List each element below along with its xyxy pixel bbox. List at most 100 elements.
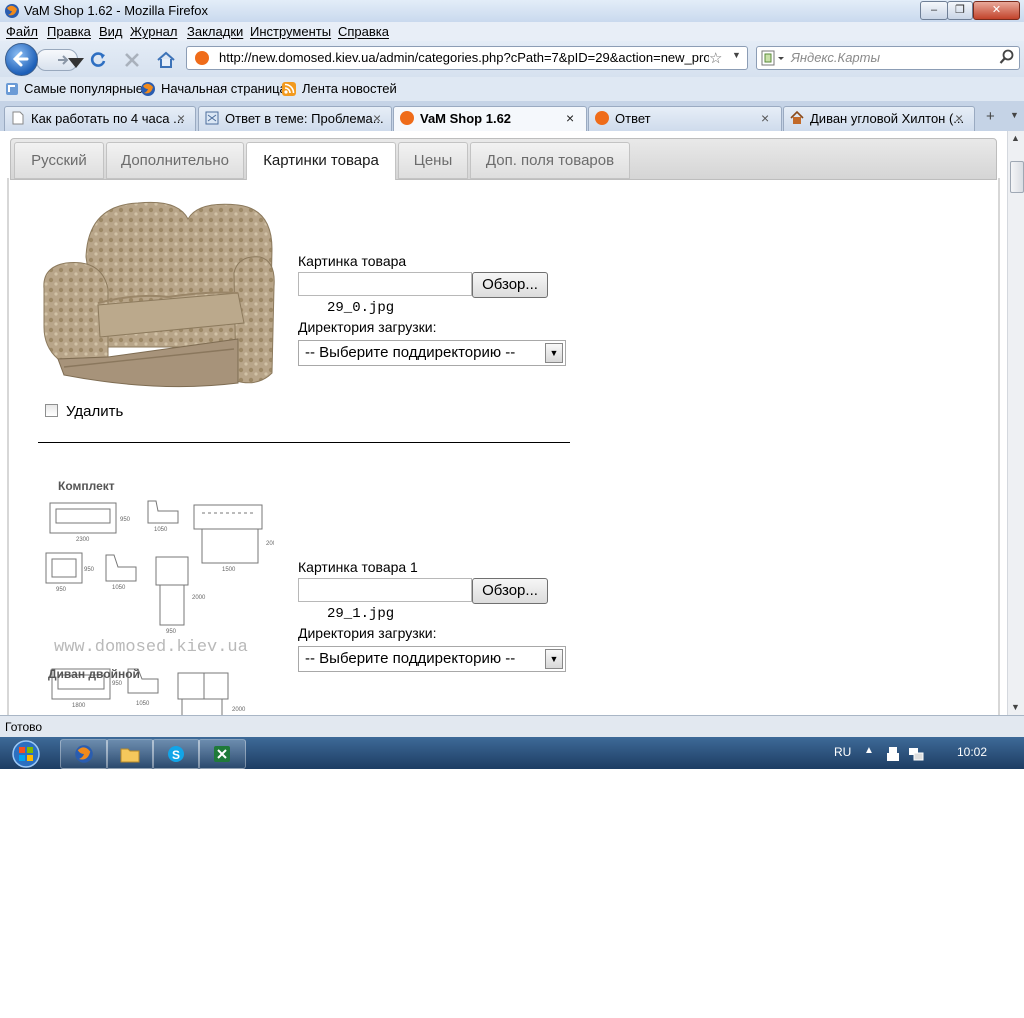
- taskbar-excel[interactable]: [198, 739, 246, 769]
- taskbar-explorer[interactable]: [106, 739, 154, 769]
- subdirectory-select[interactable]: -- Выберите поддиректорию -- ▼: [298, 340, 566, 366]
- site-identity-icon[interactable]: [195, 51, 209, 65]
- schema-dimension: 1500: [222, 567, 236, 573]
- menu-bar: Файл Правка Вид Журнал Закладки Инструме…: [0, 22, 1024, 41]
- status-text: Готово: [5, 720, 43, 734]
- delete-image-checkbox[interactable]: [45, 404, 58, 417]
- close-window-button[interactable]: ✕: [973, 1, 1020, 20]
- tab-label: VaM Shop 1.62: [420, 111, 512, 126]
- excel-icon: [214, 746, 230, 762]
- close-tab-icon[interactable]: ×: [177, 110, 185, 126]
- home-icon: [790, 111, 804, 124]
- select-value: -- Выберите поддиректорию --: [305, 650, 516, 667]
- clock[interactable]: 10:02: [957, 745, 987, 759]
- schema-sofa-title: Диван двойной: [48, 667, 140, 681]
- current-file-name: 29_1.jpg: [327, 606, 395, 622]
- close-tab-icon[interactable]: ×: [955, 110, 963, 126]
- browser-tab[interactable]: Ответ ×: [588, 106, 782, 131]
- bookmark-star-icon[interactable]: ☆: [709, 49, 722, 67]
- tab-extra-fields[interactable]: Доп. поля товаров: [470, 142, 630, 179]
- file-path-input[interactable]: [298, 272, 472, 296]
- scrollbar-thumb[interactable]: [1010, 161, 1024, 193]
- reload-icon[interactable]: [88, 50, 108, 70]
- tab-russian[interactable]: Русский: [14, 142, 104, 179]
- subdirectory-select[interactable]: -- Выберите поддиректорию -- ▼: [298, 646, 566, 672]
- url-dropdown-icon[interactable]: ▼: [732, 50, 741, 60]
- close-tab-icon[interactable]: ×: [373, 110, 381, 126]
- firefox-icon: [75, 745, 93, 763]
- forum-icon: [205, 111, 219, 125]
- schema-dimension: 1800: [72, 703, 86, 709]
- vertical-scrollbar[interactable]: ▲ ▼: [1007, 131, 1024, 715]
- svg-text:S: S: [172, 748, 180, 762]
- file-path-input[interactable]: [298, 578, 472, 602]
- bookmarks-toolbar: Самые популярные Начальная страница Лент…: [0, 77, 1024, 101]
- tab-prices[interactable]: Цены: [398, 142, 468, 179]
- taskbar-firefox[interactable]: [60, 739, 108, 769]
- tab-label: Ответ в теме: Проблема...: [225, 111, 384, 126]
- browser-tab[interactable]: Ответ в теме: Проблема... ×: [198, 106, 392, 131]
- chevron-down-icon[interactable]: ▼: [545, 343, 563, 363]
- network-icon[interactable]: [908, 746, 924, 762]
- folder-icon: [120, 748, 140, 763]
- chevron-down-icon[interactable]: ▼: [545, 649, 563, 669]
- bookmark-most-visited[interactable]: Самые популярные: [24, 81, 143, 96]
- browser-tab-active[interactable]: VaM Shop 1.62 ×: [393, 106, 587, 132]
- scroll-up-icon[interactable]: ▲: [1011, 133, 1020, 143]
- schema-dimension: 2000: [192, 595, 206, 601]
- image-label: Картинка товара 1: [298, 559, 418, 575]
- menu-bookmarks[interactable]: Закладки: [187, 24, 243, 39]
- image-label: Картинка товара: [298, 253, 407, 269]
- smart-bookmarks-icon: [6, 83, 18, 95]
- close-tab-icon[interactable]: ×: [566, 110, 574, 126]
- language-indicator[interactable]: RU: [834, 745, 851, 759]
- browse-button[interactable]: Обзор...: [472, 578, 548, 604]
- show-hidden-icons-icon[interactable]: ▲: [864, 745, 874, 756]
- panel-border: [998, 178, 1000, 715]
- firefox-icon: [400, 111, 414, 125]
- bookmark-news-feed[interactable]: Лента новостей: [302, 81, 397, 96]
- schema-dimension: 2000: [266, 541, 274, 547]
- schema-dimension: 1050: [136, 701, 150, 707]
- usb-device-icon[interactable]: [886, 746, 900, 762]
- stop-icon[interactable]: [122, 50, 142, 70]
- schema-dimension: 950: [56, 587, 67, 593]
- panel-border: [7, 178, 9, 715]
- schema-dimension: 950: [112, 681, 123, 687]
- new-tab-button[interactable]: +: [986, 108, 995, 125]
- schema-dimension: 2000: [232, 707, 246, 713]
- menu-edit[interactable]: Правка: [47, 24, 91, 39]
- schema-dimension: 950: [166, 629, 177, 635]
- home-icon[interactable]: [156, 50, 176, 70]
- window-title-bar[interactable]: VaM Shop 1.62 - Mozilla Firefox – ❐ ✕: [0, 0, 1024, 22]
- tab-additional[interactable]: Дополнительно: [106, 142, 244, 179]
- menu-tools[interactable]: Инструменты: [250, 24, 331, 39]
- status-bar: Готово: [0, 715, 1024, 738]
- menu-history[interactable]: Журнал: [130, 24, 177, 39]
- start-button[interactable]: [8, 739, 44, 768]
- search-bar[interactable]: Яндекс.Карты: [756, 46, 1020, 70]
- history-dropdown-icon[interactable]: [66, 54, 86, 74]
- url-text[interactable]: http://new.domosed.kiev.ua/admin/categor…: [219, 50, 709, 65]
- minimize-button[interactable]: –: [920, 1, 948, 20]
- browser-tab[interactable]: Диван угловой Хилтон (... ×: [783, 106, 975, 131]
- taskbar-skype[interactable]: S: [152, 739, 200, 769]
- schema-dimension: 950: [120, 517, 131, 523]
- browse-button[interactable]: Обзор...: [472, 272, 548, 298]
- menu-file[interactable]: Файл: [6, 24, 38, 39]
- address-bar[interactable]: http://new.domosed.kiev.ua/admin/categor…: [186, 46, 748, 70]
- schema-dimension: 2300: [76, 537, 90, 543]
- search-icon[interactable]: [999, 49, 1015, 65]
- maximize-button[interactable]: ❐: [947, 1, 973, 20]
- tab-list-dropdown-icon[interactable]: ▼: [1010, 110, 1019, 120]
- back-button[interactable]: [5, 43, 38, 76]
- menu-view[interactable]: Вид: [99, 24, 123, 39]
- bookmark-start-page[interactable]: Начальная страница: [161, 81, 287, 96]
- close-tab-icon[interactable]: ×: [761, 110, 769, 126]
- menu-help[interactable]: Справка: [338, 24, 389, 39]
- select-value: -- Выберите поддиректорию --: [305, 344, 516, 361]
- scroll-down-icon[interactable]: ▼: [1011, 702, 1020, 712]
- browser-tab[interactable]: Как работать по 4 часа ... ×: [4, 106, 196, 131]
- search-engine-icon[interactable]: [760, 50, 786, 66]
- tab-product-images[interactable]: Картинки товара: [246, 142, 396, 180]
